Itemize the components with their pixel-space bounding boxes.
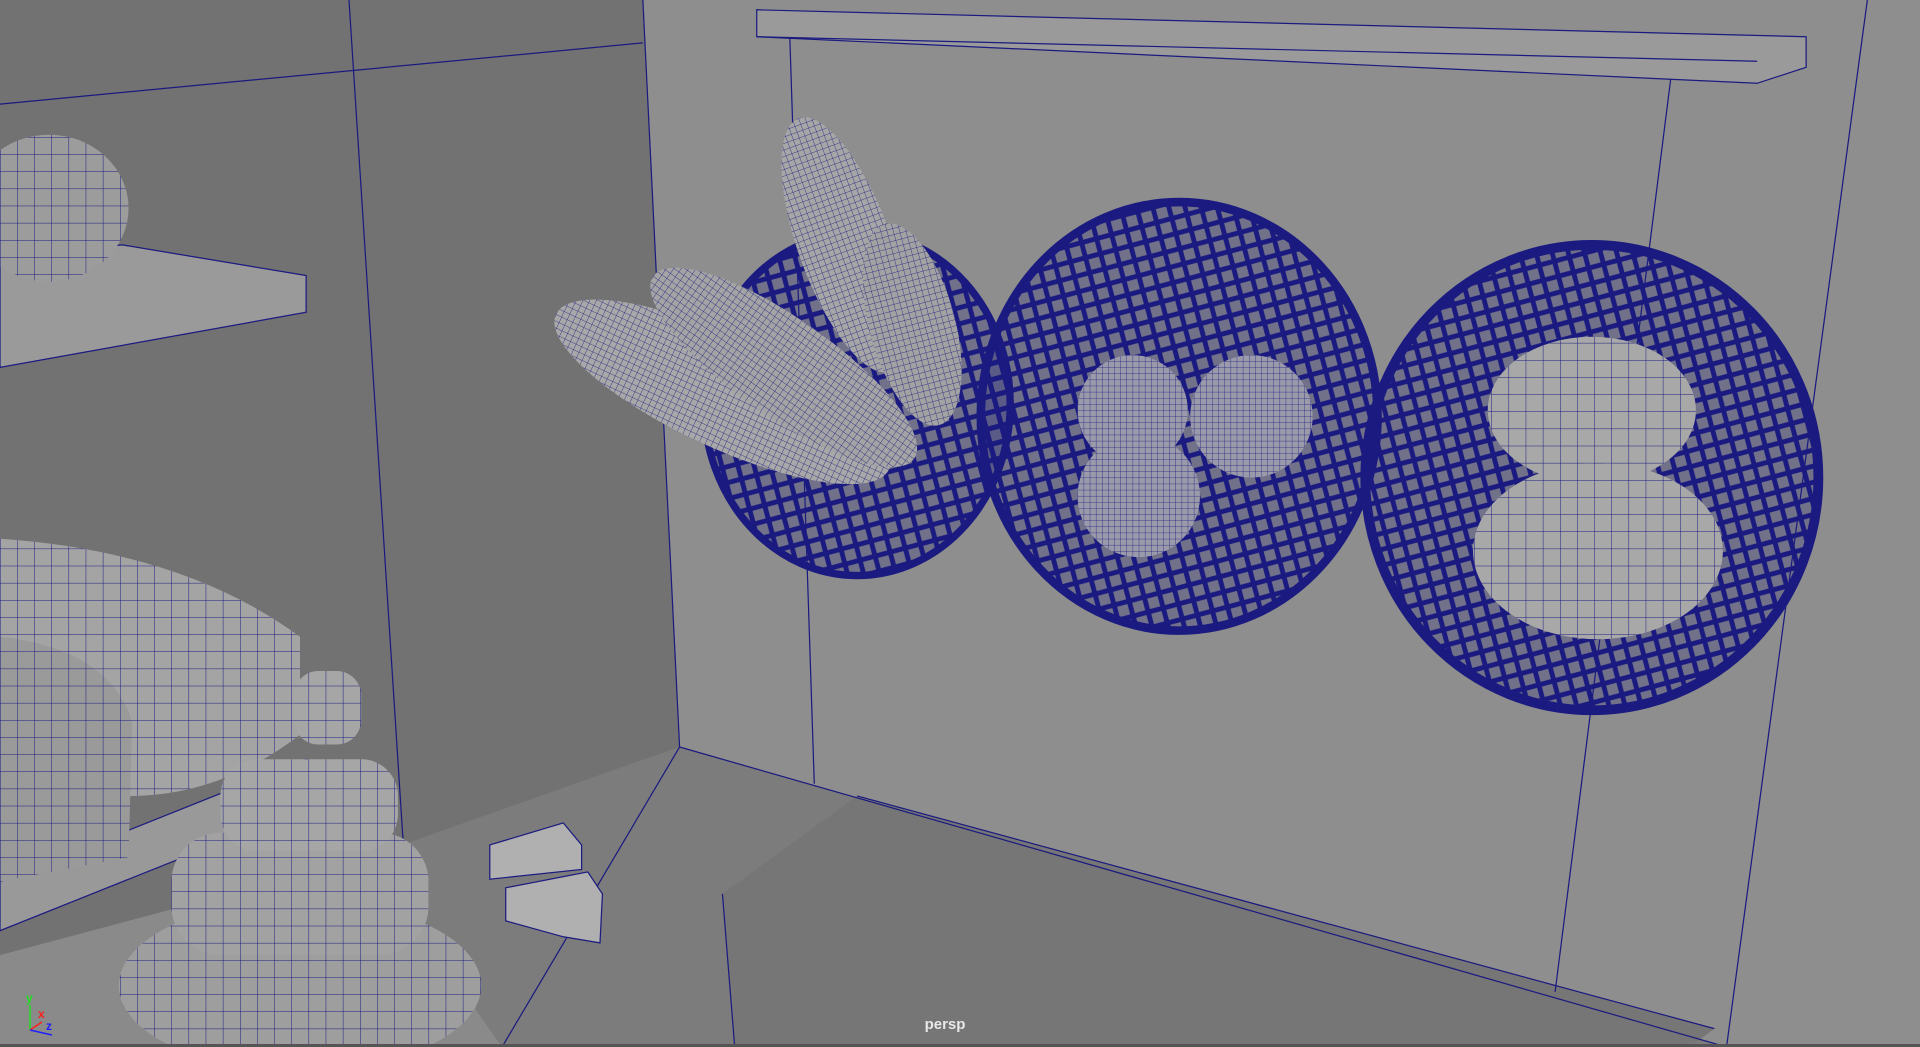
camera-name-label: persp — [924, 1016, 966, 1033]
y-axis-label: y — [26, 991, 33, 1005]
basket-loaves — [1360, 240, 1824, 716]
3d-viewport-persp[interactable] — [0, 0, 1920, 1047]
basket-buns — [976, 197, 1382, 635]
